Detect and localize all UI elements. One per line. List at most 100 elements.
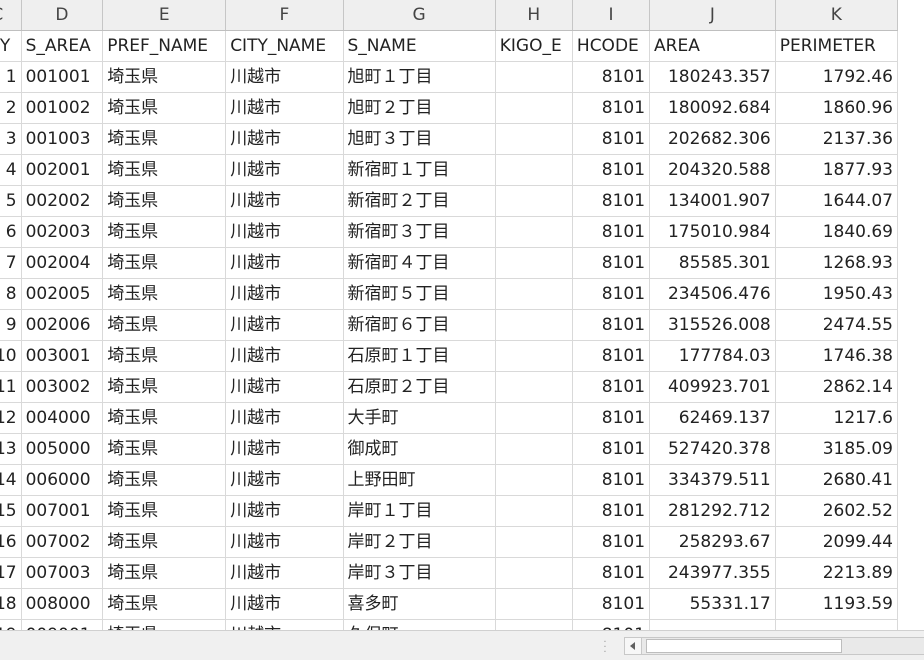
table-cell[interactable]: 埼玉県 bbox=[102, 278, 227, 310]
spreadsheet-grid[interactable]: CDEFGHIJK KEYS_AREAPREF_NAMECITY_NAMES_N… bbox=[0, 0, 924, 630]
table-cell[interactable]: 御成町 bbox=[343, 433, 496, 465]
table-cell[interactable]: 13 bbox=[0, 433, 22, 465]
column-header-k[interactable]: K bbox=[775, 0, 899, 31]
table-cell[interactable]: 1877.93 bbox=[775, 154, 899, 186]
table-cell[interactable]: 3 bbox=[0, 123, 22, 155]
table-cell[interactable]: 川越市 bbox=[225, 123, 344, 155]
table-cell[interactable]: 埼玉県 bbox=[102, 340, 227, 372]
table-cell[interactable]: 9 bbox=[0, 309, 22, 341]
table-cell[interactable]: 180092.684 bbox=[649, 92, 776, 124]
table-cell[interactable]: 川越市 bbox=[225, 526, 344, 558]
table-cell[interactable]: 旭町１丁目 bbox=[343, 61, 496, 93]
table-cell[interactable]: 1792.46 bbox=[775, 61, 899, 93]
table-cell[interactable]: 6 bbox=[0, 216, 22, 248]
table-cell[interactable]: 8101 bbox=[572, 526, 651, 558]
table-cell[interactable]: 002001 bbox=[21, 154, 104, 186]
table-cell[interactable]: 007002 bbox=[21, 526, 104, 558]
table-cell[interactable]: 1 bbox=[0, 61, 22, 93]
table-cell[interactable]: 85585.301 bbox=[649, 247, 776, 279]
table-cell[interactable]: 12 bbox=[0, 402, 22, 434]
table-cell[interactable]: 001003 bbox=[21, 123, 104, 155]
table-cell[interactable]: 003001 bbox=[21, 340, 104, 372]
table-cell[interactable]: 上野田町 bbox=[343, 464, 496, 496]
scroll-left-button[interactable] bbox=[624, 637, 642, 655]
table-cell[interactable]: 55331.17 bbox=[649, 588, 776, 620]
table-cell[interactable]: 11 bbox=[0, 371, 22, 403]
table-cell[interactable]: 新宿町４丁目 bbox=[343, 247, 496, 279]
table-cell[interactable]: 258293.67 bbox=[649, 526, 776, 558]
table-cell[interactable]: 新宿町３丁目 bbox=[343, 216, 496, 248]
table-cell[interactable] bbox=[775, 619, 899, 630]
header-cell[interactable]: CITY_NAME bbox=[225, 30, 344, 62]
table-cell[interactable]: 002003 bbox=[21, 216, 104, 248]
column-header-g[interactable]: G bbox=[343, 0, 496, 31]
table-cell[interactable]: 1268.93 bbox=[775, 247, 899, 279]
table-cell[interactable]: 004000 bbox=[21, 402, 104, 434]
table-cell[interactable] bbox=[495, 123, 573, 155]
table-cell[interactable]: 8101 bbox=[572, 464, 651, 496]
table-cell[interactable] bbox=[495, 526, 573, 558]
table-cell[interactable]: 埼玉県 bbox=[102, 92, 227, 124]
table-cell[interactable]: 8101 bbox=[572, 278, 651, 310]
table-cell[interactable] bbox=[495, 247, 573, 279]
table-cell[interactable]: 281292.712 bbox=[649, 495, 776, 527]
table-cell[interactable]: 202682.306 bbox=[649, 123, 776, 155]
table-cell[interactable]: 新宿町１丁目 bbox=[343, 154, 496, 186]
header-cell[interactable]: KIGO_E bbox=[495, 30, 573, 62]
table-cell[interactable]: 2137.36 bbox=[775, 123, 899, 155]
table-cell[interactable]: 石原町１丁目 bbox=[343, 340, 496, 372]
table-cell[interactable]: 15 bbox=[0, 495, 22, 527]
table-cell[interactable]: 新宿町６丁目 bbox=[343, 309, 496, 341]
table-cell[interactable]: 8101 bbox=[572, 402, 651, 434]
table-cell[interactable]: 1860.96 bbox=[775, 92, 899, 124]
table-cell[interactable]: 埼玉県 bbox=[102, 526, 227, 558]
table-cell[interactable]: 川越市 bbox=[225, 495, 344, 527]
header-cell[interactable]: S_AREA bbox=[21, 30, 104, 62]
table-cell[interactable]: 8101 bbox=[572, 619, 651, 630]
table-cell[interactable]: 009001 bbox=[21, 619, 104, 630]
table-cell[interactable]: 埼玉県 bbox=[102, 619, 227, 630]
table-cell[interactable] bbox=[495, 495, 573, 527]
table-cell[interactable] bbox=[495, 278, 573, 310]
table-cell[interactable]: 大手町 bbox=[343, 402, 496, 434]
table-cell[interactable] bbox=[495, 154, 573, 186]
table-cell[interactable]: 2 bbox=[0, 92, 22, 124]
table-cell[interactable]: 2099.44 bbox=[775, 526, 899, 558]
table-cell[interactable]: 川越市 bbox=[225, 309, 344, 341]
table-cell[interactable]: 334379.511 bbox=[649, 464, 776, 496]
table-cell[interactable] bbox=[495, 464, 573, 496]
table-cell[interactable]: 8101 bbox=[572, 557, 651, 589]
column-header-i[interactable]: I bbox=[572, 0, 651, 31]
table-cell[interactable]: 8101 bbox=[572, 340, 651, 372]
column-header-j[interactable]: J bbox=[649, 0, 776, 31]
table-cell[interactable]: 埼玉県 bbox=[102, 464, 227, 496]
table-cell[interactable]: 001001 bbox=[21, 61, 104, 93]
table-cell[interactable]: 川越市 bbox=[225, 185, 344, 217]
table-cell[interactable]: 8101 bbox=[572, 61, 651, 93]
table-cell[interactable]: 川越市 bbox=[225, 371, 344, 403]
table-cell[interactable]: 埼玉県 bbox=[102, 185, 227, 217]
column-header-e[interactable]: E bbox=[102, 0, 227, 31]
table-cell[interactable]: 008000 bbox=[21, 588, 104, 620]
column-header-d[interactable]: D bbox=[21, 0, 104, 31]
table-cell[interactable]: 007001 bbox=[21, 495, 104, 527]
table-cell[interactable]: 新宿町２丁目 bbox=[343, 185, 496, 217]
table-cell[interactable]: 62469.137 bbox=[649, 402, 776, 434]
table-cell[interactable]: 005000 bbox=[21, 433, 104, 465]
table-cell[interactable]: 8101 bbox=[572, 371, 651, 403]
table-cell[interactable] bbox=[495, 61, 573, 93]
table-cell[interactable]: 1746.38 bbox=[775, 340, 899, 372]
table-cell[interactable]: 岸町３丁目 bbox=[343, 557, 496, 589]
table-cell[interactable]: 001002 bbox=[21, 92, 104, 124]
table-cell[interactable]: 4 bbox=[0, 154, 22, 186]
table-cell[interactable]: 003002 bbox=[21, 371, 104, 403]
table-cell[interactable] bbox=[495, 433, 573, 465]
table-cell[interactable] bbox=[649, 619, 776, 630]
table-cell[interactable]: 2213.89 bbox=[775, 557, 899, 589]
table-cell[interactable]: 16 bbox=[0, 526, 22, 558]
scroll-thumb[interactable] bbox=[646, 639, 842, 653]
table-cell[interactable]: 埼玉県 bbox=[102, 371, 227, 403]
table-cell[interactable]: 2474.55 bbox=[775, 309, 899, 341]
table-cell[interactable]: 久保町 bbox=[343, 619, 496, 630]
table-cell[interactable]: 7 bbox=[0, 247, 22, 279]
